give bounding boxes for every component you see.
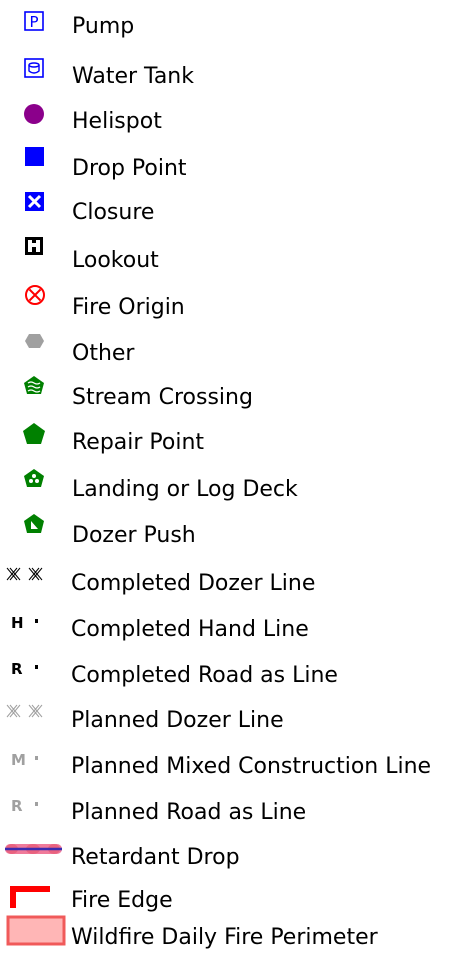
dozer-push-icon — [0, 512, 66, 552]
legend-item-drop-point: Drop Point — [0, 145, 454, 185]
legend-item-fire-edge: Fire Edge — [0, 877, 454, 917]
legend-item-fire-origin: Fire Origin — [0, 284, 454, 324]
line-glyph: H — [11, 614, 24, 632]
planned-road-line-icon: R — [0, 789, 66, 829]
fire-edge-icon — [0, 877, 66, 917]
legend-item-landing-log-deck: Landing or Log Deck — [0, 466, 454, 506]
svg-text:P: P — [29, 13, 38, 31]
legend-item-planned-mixed-line: M Planned Mixed Construction Line — [0, 743, 454, 783]
lookout-icon — [0, 237, 66, 277]
legend-label: Stream Crossing — [72, 385, 253, 410]
completed-hand-line-icon: H — [0, 606, 66, 646]
legend-item-planned-road-line: R Planned Road as Line — [0, 789, 454, 829]
legend-label: Planned Mixed Construction Line — [71, 754, 432, 779]
legend-label: Completed Hand Line — [71, 617, 309, 642]
completed-road-line-icon: R — [0, 652, 66, 692]
legend-item-water-tank: Water Tank — [0, 53, 454, 93]
closure-icon — [0, 189, 66, 229]
legend-label: Closure — [72, 200, 155, 225]
line-glyph: R — [11, 797, 23, 815]
legend-item-fire-perimeter: Wildfire Daily Fire Perimeter — [0, 914, 454, 954]
legend-item-planned-dozer-line: Planned Dozer Line — [0, 697, 454, 737]
legend-label: Water Tank — [72, 64, 194, 89]
pump-icon: P — [0, 3, 66, 43]
legend-item-lookout: Lookout — [0, 237, 454, 277]
legend-item-pump: P Pump — [0, 3, 454, 43]
legend-label: Lookout — [72, 248, 159, 273]
fire-perimeter-icon — [0, 914, 66, 954]
legend-label: Pump — [72, 14, 135, 39]
legend-item-retardant-drop: Retardant Drop — [0, 834, 454, 874]
legend-label: Wildfire Daily Fire Perimeter — [71, 925, 378, 950]
legend-label: Planned Road as Line — [71, 800, 307, 825]
legend-label: Completed Dozer Line — [71, 571, 316, 596]
legend-item-completed-hand-line: H Completed Hand Line — [0, 606, 454, 646]
legend-item-closure: Closure — [0, 189, 454, 229]
drop-point-icon — [0, 145, 66, 185]
legend-item-other: Other — [0, 330, 454, 370]
planned-dozer-line-icon — [0, 697, 66, 737]
legend-label: Landing or Log Deck — [72, 477, 298, 502]
legend-label: Helispot — [72, 109, 162, 134]
landing-log-deck-icon — [0, 466, 66, 506]
legend-item-completed-road-line: R Completed Road as Line — [0, 652, 454, 692]
legend-label: Fire Edge — [71, 888, 173, 913]
legend-label: Retardant Drop — [71, 845, 240, 870]
legend-item-helispot: Helispot — [0, 98, 454, 138]
water-tank-icon — [0, 53, 66, 93]
helispot-icon — [0, 98, 66, 138]
completed-dozer-line-icon — [0, 560, 66, 600]
line-glyph: R — [11, 660, 23, 678]
stream-crossing-icon — [0, 374, 66, 414]
line-glyph: M — [11, 751, 26, 769]
legend-label: Planned Dozer Line — [71, 708, 284, 733]
planned-mixed-line-icon: M — [0, 743, 66, 783]
legend-label: Dozer Push — [72, 523, 196, 548]
legend-label: Other — [72, 341, 135, 366]
legend-item-repair-point: Repair Point — [0, 419, 454, 459]
legend-label: Drop Point — [72, 156, 187, 181]
legend-item-stream-crossing: Stream Crossing — [0, 374, 454, 414]
legend-label: Fire Origin — [72, 295, 185, 320]
legend-item-completed-dozer-line: Completed Dozer Line — [0, 560, 454, 600]
legend-label: Repair Point — [72, 430, 205, 455]
other-icon — [0, 330, 66, 370]
retardant-drop-icon — [0, 834, 66, 874]
legend-item-dozer-push: Dozer Push — [0, 512, 454, 552]
legend-label: Completed Road as Line — [71, 663, 338, 688]
repair-point-icon — [0, 419, 66, 459]
fire-origin-icon — [0, 284, 66, 324]
